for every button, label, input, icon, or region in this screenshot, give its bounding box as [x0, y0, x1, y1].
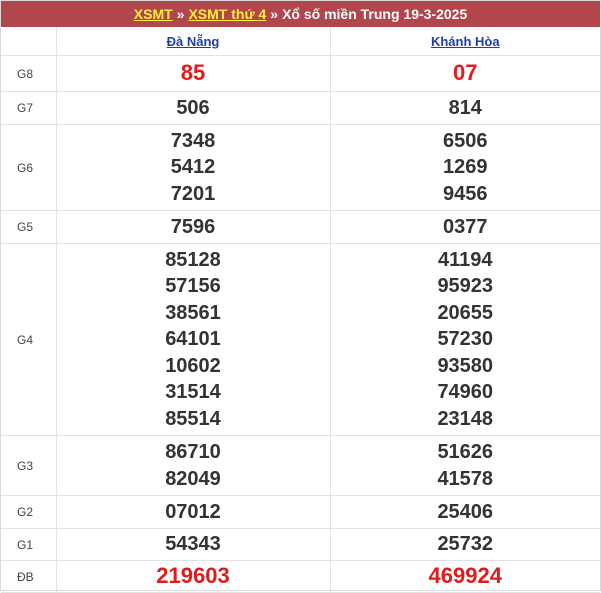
- prize-label: G1: [1, 528, 57, 561]
- province-header-row: Đà Nẵng Khánh Hòa: [1, 27, 600, 56]
- prize-row-special: ĐB 219603 469924: [1, 560, 600, 593]
- result-number: 51626: [437, 441, 494, 463]
- result-number: 814: [448, 96, 482, 119]
- result-number: 1269: [443, 156, 488, 179]
- prize-row-g4: G4 85128 57156 38561 64101 10602 31514 8…: [1, 243, 600, 436]
- prize-cell: 86710 82049: [55, 435, 331, 496]
- prize-cell: 51626 41578: [329, 435, 600, 496]
- result-number: 0377: [443, 215, 488, 238]
- prize-cell: 0377: [329, 210, 600, 244]
- result-number: 9456: [443, 182, 488, 205]
- breadcrumb-separator: »: [270, 6, 279, 22]
- prize-row-g1: G1 54343 25732: [1, 528, 600, 561]
- result-number: 23148: [437, 407, 494, 430]
- prize-row-g5: G5 7596 0377: [1, 210, 600, 244]
- prize-label: G6: [1, 124, 57, 211]
- province-header: Đà Nẵng: [55, 27, 331, 56]
- result-number: 41578: [437, 467, 494, 490]
- prize-label: ĐB: [1, 560, 57, 593]
- result-number: 54343: [165, 533, 221, 556]
- result-number: 93580: [437, 354, 494, 377]
- prize-cell: 07012: [55, 495, 331, 529]
- result-number: 7596: [170, 215, 216, 238]
- prize-row-g7: G7 506 814: [1, 91, 600, 125]
- prize-label: G3: [1, 435, 57, 496]
- special-prize-number: 219603: [156, 563, 230, 589]
- prize-label: G7: [1, 91, 57, 125]
- prize-cell: 7348 5412 7201: [55, 124, 331, 211]
- results-panel: XSMT » XSMT thứ 4 » Xổ số miền Trung 19-…: [0, 0, 601, 593]
- province-header: Khánh Hòa: [329, 27, 600, 56]
- result-number: 10602: [165, 354, 221, 377]
- province-link-khanh-hoa[interactable]: Khánh Hòa: [431, 34, 500, 49]
- results-header: XSMT » XSMT thứ 4 » Xổ số miền Trung 19-…: [1, 1, 600, 27]
- prize-cell: 469924: [329, 560, 600, 593]
- result-number: 82049: [165, 467, 221, 490]
- result-number: 7201: [170, 182, 216, 205]
- result-number: 07: [453, 60, 478, 86]
- result-number: 57230: [437, 328, 494, 351]
- prize-cell: 25406: [329, 495, 600, 529]
- prize-row-g8: G8 85 07: [1, 55, 600, 92]
- prize-cell: 54343: [55, 528, 331, 561]
- prize-cell: 506: [55, 91, 331, 125]
- result-number: 38561: [165, 301, 221, 324]
- results-title: Xổ số miền Trung 19-3-2025: [282, 6, 468, 22]
- result-number: 07012: [165, 500, 221, 523]
- prize-cell: 41194 95923 20655 57230 93580 74960 2314…: [329, 243, 600, 436]
- prize-label: G2: [1, 495, 57, 529]
- result-number: 20655: [437, 301, 494, 324]
- prize-cell: 85128 57156 38561 64101 10602 31514 8551…: [55, 243, 331, 436]
- prize-cell: 219603: [55, 560, 331, 593]
- result-number: 95923: [437, 275, 494, 298]
- prize-cell: 7596: [55, 210, 331, 244]
- result-number: 506: [176, 96, 210, 119]
- prize-label: G5: [1, 210, 57, 244]
- result-number: 6506: [443, 129, 488, 152]
- result-number: 5412: [170, 156, 216, 179]
- result-number: 85128: [165, 248, 221, 271]
- result-number: 64101: [165, 328, 221, 351]
- prize-cell: 85: [55, 55, 331, 92]
- province-link-da-nang[interactable]: Đà Nẵng: [167, 34, 220, 49]
- result-number: 25406: [437, 500, 494, 523]
- prize-row-g3: G3 86710 82049 51626 41578: [1, 435, 600, 496]
- prize-cell: 25732: [329, 528, 600, 561]
- xsmt-link[interactable]: XSMT: [134, 6, 173, 22]
- result-number: 31514: [165, 381, 221, 404]
- prize-cell: 6506 1269 9456: [329, 124, 600, 211]
- prize-label: G4: [1, 243, 57, 436]
- prize-cell: 07: [329, 55, 600, 92]
- prize-row-g6: G6 7348 5412 7201 6506 1269 9456: [1, 124, 600, 211]
- result-number: 57156: [165, 275, 221, 298]
- breadcrumb-separator: »: [176, 6, 185, 22]
- prize-row-g2: G2 07012 25406: [1, 495, 600, 529]
- result-number: 7348: [170, 129, 216, 152]
- result-number: 85514: [165, 407, 221, 430]
- result-number: 74960: [437, 381, 494, 404]
- result-number: 25732: [437, 533, 494, 556]
- special-prize-number: 469924: [428, 563, 502, 589]
- xsmt-thu4-link[interactable]: XSMT thứ 4: [188, 6, 266, 22]
- prize-cell: 814: [329, 91, 600, 125]
- result-number: 85: [180, 60, 206, 86]
- results-table: Đà Nẵng Khánh Hòa G8 85 07 G7 506 814 G6…: [1, 27, 600, 593]
- result-number: 41194: [437, 248, 493, 271]
- prize-label: G8: [1, 55, 57, 92]
- prize-column-header: [1, 27, 57, 56]
- result-number: 86710: [165, 441, 221, 463]
